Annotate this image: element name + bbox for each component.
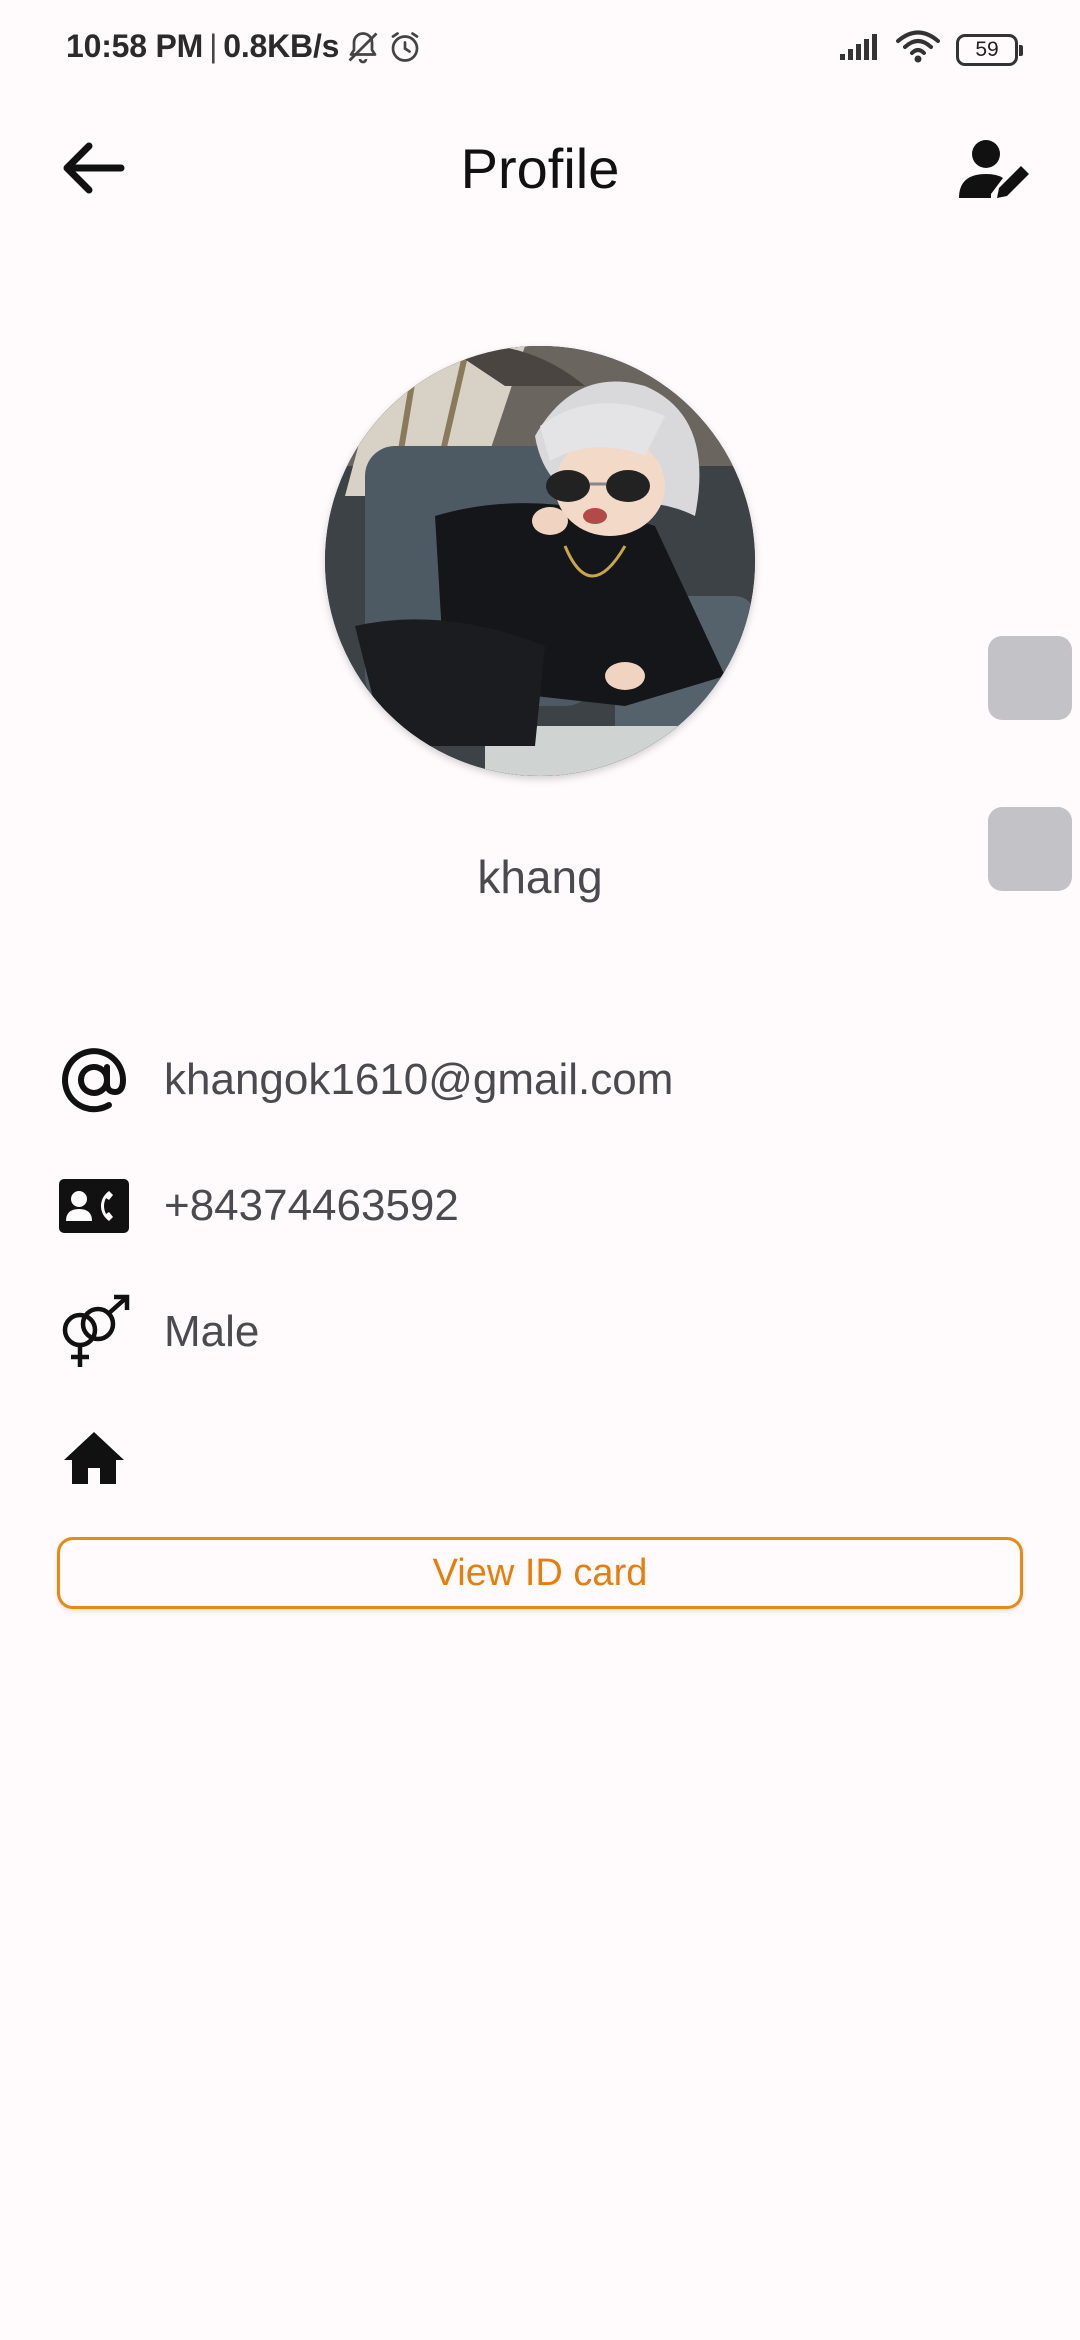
page-title: Profile [460, 137, 620, 200]
network-speed: 0.8KB/s [223, 28, 340, 64]
side-handle-bottom[interactable] [988, 807, 1072, 891]
status-separator: | [209, 28, 218, 64]
wifi-icon [896, 30, 940, 69]
battery-level: 59 [975, 37, 999, 61]
gender-text: Male [164, 1307, 260, 1356]
signal-icon [838, 32, 880, 67]
email-text: khangok1610@gmail.com [164, 1055, 674, 1104]
app-bar: Profile [0, 120, 1080, 220]
status-right: 59 [838, 30, 1023, 69]
gender-icon [56, 1294, 132, 1370]
username: khang [477, 851, 603, 903]
view-id-card-label: View ID card [432, 1551, 648, 1594]
status-left: 10:58 PM | 0.8KB/s [66, 28, 423, 65]
address-row [56, 1418, 164, 1498]
alarm-icon [387, 29, 423, 65]
phone-text: +84374463592 [164, 1181, 459, 1230]
status-time: 10:58 PM [66, 28, 204, 64]
email-row: khangok1610@gmail.com [56, 1040, 673, 1120]
gender-row: Male [56, 1292, 259, 1372]
phone-row: +84374463592 [56, 1166, 459, 1246]
at-icon [56, 1042, 132, 1118]
avatar[interactable] [325, 346, 755, 776]
home-icon [56, 1420, 132, 1496]
side-handle-top[interactable] [988, 636, 1072, 720]
status-bar: 10:58 PM | 0.8KB/s 59 [0, 0, 1080, 100]
profile-screen: 10:58 PM | 0.8KB/s 59 Profile khang khan… [0, 0, 1080, 2340]
view-id-card-button[interactable]: View ID card [57, 1537, 1023, 1609]
battery-icon: 59 [956, 33, 1023, 66]
contact-card-icon [56, 1168, 132, 1244]
bell-mute-icon [345, 29, 381, 65]
user-edit-icon [957, 138, 1033, 207]
edit-profile-button[interactable] [950, 132, 1040, 212]
